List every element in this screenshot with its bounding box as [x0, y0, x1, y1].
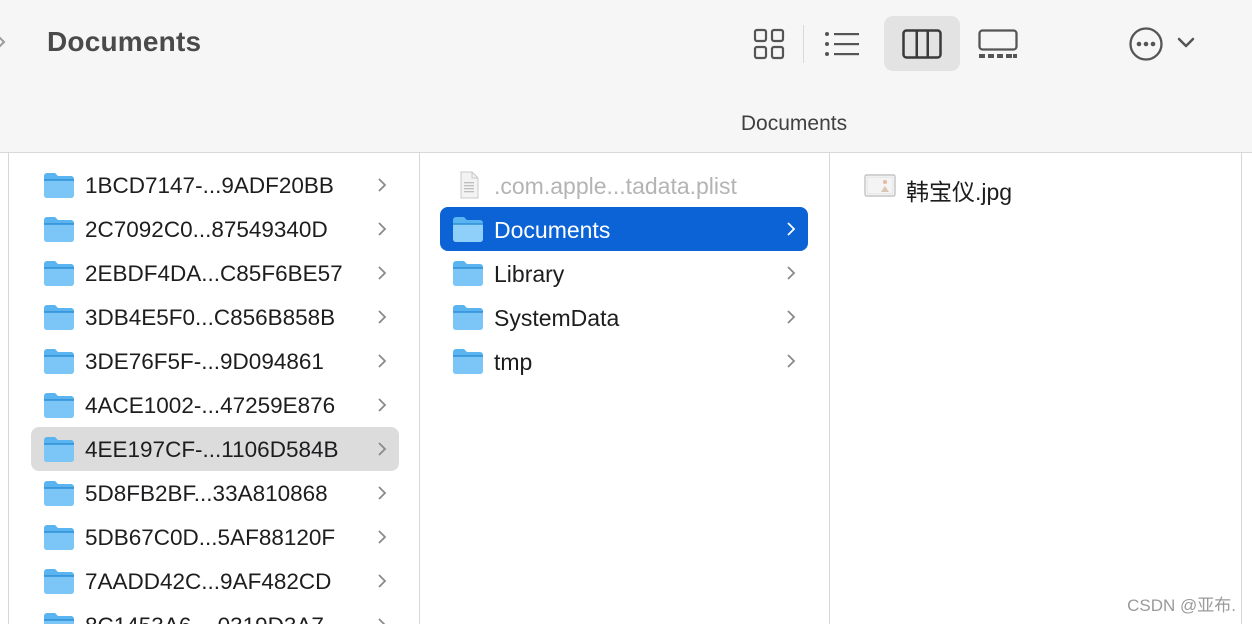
item-label: SystemData	[494, 305, 620, 331]
chevron-right-icon	[378, 310, 387, 324]
chevron-right-icon	[378, 486, 387, 500]
list-item[interactable]: 2C7092C0...87549340D	[31, 207, 399, 251]
folder-icon	[453, 217, 483, 242]
list-item[interactable]: 3DB4E5F0...C856B858B	[31, 295, 399, 339]
path-label: Documents	[740, 112, 848, 135]
grid-icon	[753, 28, 785, 59]
list-icon	[825, 31, 859, 56]
document-icon	[460, 171, 479, 199]
list-view-button[interactable]	[804, 16, 880, 71]
folder-icon	[44, 525, 74, 550]
item-label: Documents	[494, 217, 611, 243]
folder-icon	[44, 349, 74, 374]
item-label: 3DB4E5F0...C856B858B	[85, 305, 336, 330]
window-title: Documents	[47, 26, 202, 57]
folder-icon	[44, 393, 74, 418]
item-label: 5DB67C0D...5AF88120F	[85, 525, 336, 550]
list-item[interactable]: 韩宝仪.jpg	[852, 163, 1220, 207]
list-item[interactable]: tmp	[440, 339, 808, 383]
chevron-right-icon	[787, 354, 796, 368]
folder-icon	[453, 305, 483, 330]
item-label: 8C1453A6-...0319D3A7	[85, 613, 324, 624]
chevron-right-icon	[378, 398, 387, 412]
folder-icon	[44, 569, 74, 594]
folder-icon	[453, 349, 483, 374]
chevron-down-icon[interactable]	[1177, 37, 1195, 49]
list-item[interactable]: 5DB67C0D...5AF88120F	[31, 515, 399, 559]
chevron-right-icon	[378, 574, 387, 588]
columns-icon	[902, 28, 942, 59]
item-label: tmp	[494, 349, 533, 375]
column-2: .com.apple...tadata.plist Documents Libr…	[419, 153, 830, 624]
gallery-icon	[978, 28, 1018, 58]
chevron-right-icon	[787, 222, 796, 236]
watermark: CSDN @亚布.	[1127, 596, 1236, 615]
item-label: .com.apple...tadata.plist	[494, 173, 737, 199]
item-label: 7AADD42C...9AF482CD	[85, 569, 332, 594]
chevron-right-icon	[787, 310, 796, 324]
folder-icon	[44, 261, 74, 286]
folder-icon	[44, 217, 74, 242]
list-item[interactable]: 1BCD7147-...9ADF20BB	[31, 163, 399, 207]
column-3: 韩宝仪.jpg	[830, 153, 1240, 624]
list-item[interactable]: 8C1453A6-...0319D3A7	[31, 603, 399, 624]
chevron-right-icon	[378, 530, 387, 544]
folder-icon	[44, 173, 74, 198]
back-chevron-icon[interactable]	[0, 30, 8, 54]
toolbar: Documents Documents	[0, 0, 1252, 153]
chevron-right-icon	[787, 266, 796, 280]
chevron-right-icon	[378, 618, 386, 624]
chevron-right-icon	[378, 222, 387, 236]
folder-icon	[44, 305, 74, 330]
item-label: 1BCD7147-...9ADF20BB	[85, 173, 334, 198]
list-item-selected[interactable]: 4EE197CF-...1106D584B	[31, 427, 399, 471]
ellipsis-circle-icon[interactable]	[1128, 26, 1164, 62]
list-item[interactable]: Library	[440, 251, 808, 295]
item-label: Library	[494, 261, 565, 287]
folder-icon	[44, 613, 74, 624]
item-label: 韩宝仪.jpg	[906, 179, 1013, 205]
gallery-view-button[interactable]	[960, 16, 1036, 71]
list-item[interactable]: 5D8FB2BF...33A810868	[31, 471, 399, 515]
column-view-button[interactable]	[884, 16, 960, 71]
folder-icon	[453, 261, 483, 286]
item-label: 2C7092C0...87549340D	[85, 217, 328, 242]
chevron-right-icon	[378, 178, 387, 192]
list-item[interactable]: .com.apple...tadata.plist	[440, 163, 808, 207]
folder-icon	[44, 437, 74, 462]
item-label: 5D8FB2BF...33A810868	[85, 481, 328, 506]
chevron-right-icon	[378, 354, 387, 368]
list-item[interactable]: SystemData	[440, 295, 808, 339]
folder-icon	[44, 481, 74, 506]
icon-view-button[interactable]	[731, 16, 807, 71]
item-label: 3DE76F5F-...9D094861	[85, 349, 324, 374]
item-label: 4EE197CF-...1106D584B	[85, 437, 339, 462]
list-item[interactable]: 2EBDF4DA...C85F6BE57	[31, 251, 399, 295]
item-label: 2EBDF4DA...C85F6BE57	[85, 261, 343, 286]
list-item-selected[interactable]: Documents	[440, 207, 808, 251]
column-divider	[1241, 153, 1242, 624]
column-1: 1BCD7147-...9ADF20BB 2C7092C0...87549340…	[8, 153, 420, 624]
list-item[interactable]: 3DE76F5F-...9D094861	[31, 339, 399, 383]
chevron-right-icon	[378, 266, 387, 280]
image-file-icon	[864, 174, 896, 197]
chevron-right-icon	[378, 442, 387, 456]
item-label: 4ACE1002-...47259E876	[85, 393, 336, 418]
list-item[interactable]: 7AADD42C...9AF482CD	[31, 559, 399, 603]
list-item[interactable]: 4ACE1002-...47259E876	[31, 383, 399, 427]
